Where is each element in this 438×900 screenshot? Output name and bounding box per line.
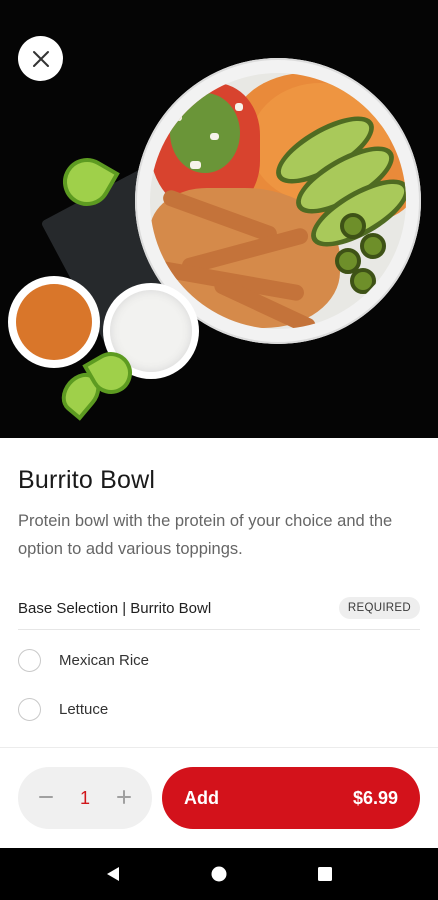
home-circle-icon — [211, 866, 227, 882]
item-description: Protein bowl with the protein of your ch… — [18, 512, 393, 558]
back-button[interactable] — [93, 854, 133, 894]
add-to-cart-button[interactable]: Add $6.99 — [162, 767, 420, 829]
section-title: Base Selection | Burrito Bowl — [18, 599, 212, 617]
add-label: Add — [184, 787, 219, 808]
close-icon — [32, 50, 49, 67]
option-lettuce[interactable]: Lettuce — [18, 696, 318, 722]
option-label: Mexican Rice — [59, 651, 150, 669]
increment-button[interactable] — [112, 786, 136, 810]
required-badge: REQUIRED — [338, 597, 420, 619]
bowl-contents — [150, 73, 406, 329]
option-label: Lettuce — [59, 700, 109, 718]
option-mexican-rice[interactable]: Mexican Rice — [18, 647, 318, 673]
add-price: $6.99 — [352, 787, 398, 808]
recents-square-icon — [318, 867, 332, 881]
recents-button[interactable] — [305, 854, 345, 894]
back-triangle-icon — [107, 867, 119, 881]
bottom-bar-divider — [0, 747, 438, 748]
item-hero-image — [0, 0, 438, 438]
home-button[interactable] — [199, 854, 239, 894]
quantity-stepper: 1 — [18, 767, 152, 829]
radio-button[interactable] — [18, 648, 41, 672]
system-navigation-bar — [0, 848, 438, 900]
minus-icon — [39, 796, 53, 798]
item-title: Burrito Bowl — [18, 466, 156, 494]
plus-icon — [116, 790, 131, 804]
quantity-value: 1 — [79, 787, 90, 808]
radio-button[interactable] — [18, 697, 41, 721]
close-button[interactable] — [18, 36, 63, 81]
section-divider — [18, 629, 420, 630]
section-header: Base Selection | Burrito Bowl REQUIRED — [18, 594, 420, 622]
decrement-button[interactable] — [34, 786, 58, 810]
